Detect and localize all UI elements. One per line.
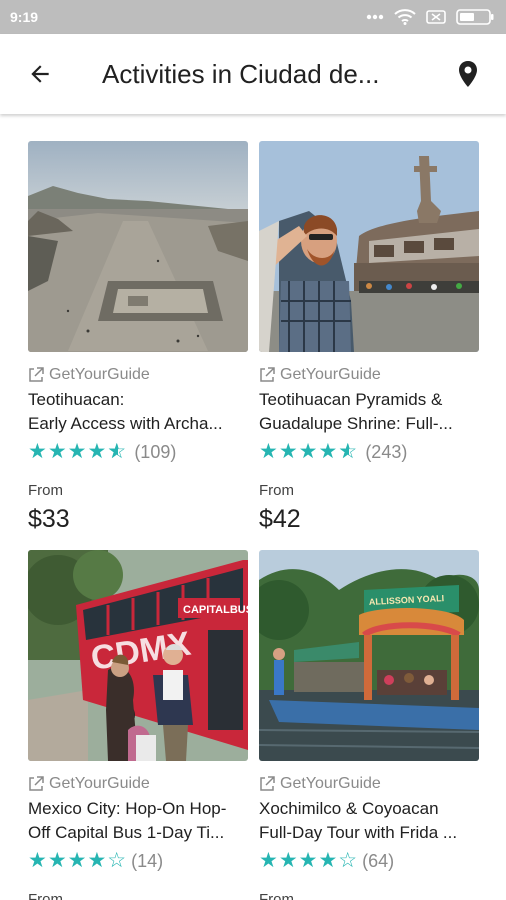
activities-grid: GetYourGuide Teotihuacan: Early Access w… [0,114,506,900]
rating: ★★★★☆ (64) [259,849,479,873]
activity-title-line1: Mexico City: Hop-On Hop- [28,799,227,818]
activity-title-line1: Teotihuacan Pyramids & [259,390,443,409]
provider-name: GetYourGuide [280,366,381,383]
external-link-icon [260,776,275,791]
review-count: (14) [131,850,164,871]
provider-name: GetYourGuide [49,775,150,792]
star-rating-icon: ★★★★☆ [28,849,128,872]
status-icons [366,9,494,25]
status-bar: 9:19 [0,0,506,34]
activity-title-line2: Off Capital Bus 1-Day Ti... [28,823,225,842]
external-link-icon [29,367,44,382]
provider-label: GetYourGuide [259,775,479,793]
status-time: 9:19 [10,9,39,25]
battery-icon [456,9,494,25]
review-count: (243) [365,441,408,462]
back-button[interactable] [20,54,60,94]
from-label: From [259,482,294,499]
rating: ★★★★ ☆ ★ (109) [28,440,248,464]
from-label: From [28,482,63,499]
activity-title-line1: Teotihuacan: [28,390,125,409]
provider-label: GetYourGuide [28,775,248,793]
activity-card[interactable]: GetYourGuide Teotihuacan: Early Access w… [28,141,248,534]
page-title: Activities in Ciudad de... [102,58,380,89]
activity-image [28,141,248,352]
map-button[interactable] [448,54,488,94]
rating: ★★★★ ☆ ★ (243) [259,440,479,464]
provider-label: GetYourGuide [28,366,248,384]
activity-title-line1: Xochimilco & Coyoacan [259,799,439,818]
price: $42 [259,505,301,533]
star-rating-icon: ★★★★☆ [259,849,359,872]
svg-text:CAPITALBUS: CAPITALBUS [183,604,248,616]
activity-card[interactable]: ALLISSON YOALI GetYourGuide Xochimilco &… [259,550,479,900]
activity-image: CDMX CAPITALBUS [28,550,248,761]
location-pin-icon [459,61,477,87]
wifi-icon [394,9,416,25]
arrow-back-icon [31,65,49,83]
provider-name: GetYourGuide [49,366,150,383]
provider-label: GetYourGuide [259,366,479,384]
provider-name: GetYourGuide [280,775,381,792]
from-label: From [259,891,294,900]
rating: ★★★★☆ (14) [28,849,248,873]
review-count: (109) [134,441,177,462]
signal-dots-icon [366,14,384,20]
sim-off-icon [426,10,446,24]
star-rating-icon: ★★★★ ☆ ★ [259,440,358,463]
external-link-icon [260,367,275,382]
activity-card[interactable]: GetYourGuide Teotihuacan Pyramids & Guad… [259,141,479,534]
external-link-icon [29,776,44,791]
activity-title-line2: Guadalupe Shrine: Full-... [259,414,453,433]
activity-image: ALLISSON YOALI [259,550,479,761]
activity-card[interactable]: CDMX CAPITALBUS GetYourGuide Mexico City… [28,550,248,900]
activity-image [259,141,479,352]
price: $33 [28,505,70,533]
star-rating-icon: ★★★★ ☆ ★ [28,440,127,463]
activity-title-line2: Early Access with Archa... [28,414,223,433]
from-label: From [28,891,63,900]
activity-title-line2: Full-Day Tour with Frida ... [259,823,458,842]
app-bar: Activities in Ciudad de... [0,34,506,114]
review-count: (64) [362,850,395,871]
